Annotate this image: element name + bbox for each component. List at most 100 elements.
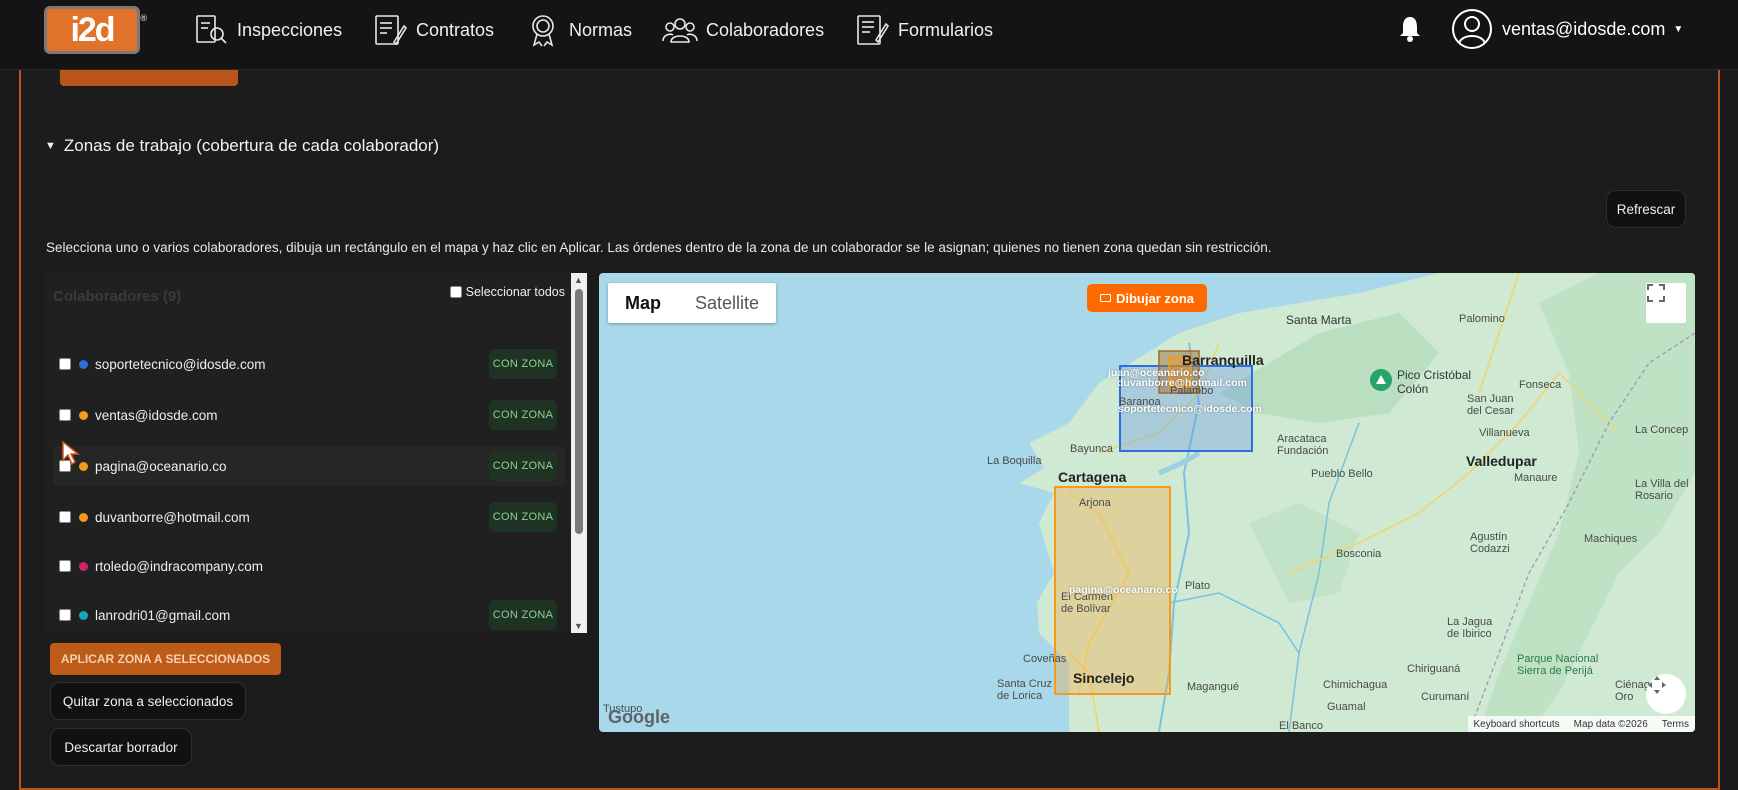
list-item[interactable]: soportetecnico@idosde.com CON ZONA — [53, 344, 565, 384]
form-icon — [857, 15, 890, 45]
place-label: Valledupar — [1466, 453, 1537, 469]
row-checkbox[interactable] — [59, 511, 71, 523]
nav-formularios[interactable]: Formularios — [854, 11, 993, 49]
place-label: Agustín Codazzi — [1470, 531, 1510, 555]
logo-text: i2d — [70, 10, 115, 49]
row-checkbox[interactable] — [59, 358, 71, 370]
scroll-thumb[interactable] — [575, 289, 583, 534]
place-label: La Boquilla — [987, 455, 1042, 467]
place-label: La Villa del Rosario — [1635, 478, 1689, 502]
collaborator-email: ventas@idosde.com — [95, 407, 218, 423]
color-dot — [79, 561, 88, 571]
users-icon — [662, 18, 698, 43]
list-item[interactable]: ventas@idosde.com CON ZONA — [53, 395, 565, 435]
google-logo: Google — [608, 707, 670, 727]
nav-label: Inspecciones — [237, 19, 343, 40]
discard-draft-button[interactable]: Descartar borrador — [50, 728, 192, 766]
company-logo[interactable]: i2d ® — [44, 6, 147, 54]
place-label: Plato — [1185, 580, 1211, 592]
row-checkbox[interactable] — [59, 409, 71, 421]
list-item[interactable]: lanrodri01@gmail.com CON ZONA — [53, 595, 565, 633]
place-label: Manaure — [1514, 472, 1558, 484]
contract-icon — [375, 15, 408, 46]
section-title: Zonas de trabajo (cobertura de cada cola… — [63, 136, 440, 155]
collaborator-email: soportetecnico@idosde.com — [95, 356, 266, 372]
place-label: Chiriguaná — [1407, 663, 1461, 675]
nav-label: Normas — [569, 19, 633, 40]
place-label: Magangué — [1187, 681, 1239, 693]
scroll-up-icon[interactable]: ▲ — [574, 275, 583, 285]
place-label: La Concep — [1635, 424, 1689, 436]
map-tab[interactable]: Map — [608, 283, 678, 323]
top-navbar: i2d ® Inspecciones Contratos Normas Colab… — [0, 0, 1738, 70]
notification-bell-icon[interactable] — [1398, 15, 1422, 43]
nav-contratos[interactable]: Contratos — [372, 11, 494, 49]
place-label: Machiques — [1584, 533, 1638, 545]
list-scrollbar[interactable]: ▲ ▼ — [571, 273, 587, 633]
triangle-down-icon: ▼ — [45, 140, 56, 152]
select-all-checkbox[interactable] — [449, 286, 462, 298]
zone-badge: CON ZONA — [489, 600, 557, 630]
user-avatar-icon — [1452, 9, 1492, 49]
list-item[interactable]: duvanborre@hotmail.com CON ZONA — [53, 497, 565, 537]
map-attribution: Keyboard shortcuts Map data ©2026 Terms — [1467, 716, 1695, 732]
place-label: Coveñas — [1023, 653, 1067, 665]
place-label: Barranquilla — [1182, 352, 1264, 368]
collaborator-list: Colaboradores (9) Seleccionar todos sopo… — [45, 273, 587, 633]
nav-inspecciones[interactable]: Inspecciones — [193, 11, 342, 49]
place-label: Curumaní — [1421, 691, 1470, 703]
nav-colaboradores[interactable]: Colaboradores — [662, 11, 824, 49]
row-checkbox[interactable] — [59, 609, 71, 621]
user-email: ventas@idosde.com — [1502, 18, 1666, 39]
select-all[interactable]: Seleccionar todos — [449, 285, 565, 299]
collaborator-email: lanrodri01@gmail.com — [95, 607, 231, 623]
refresh-button[interactable]: Refrescar — [1606, 190, 1686, 228]
keyboard-shortcuts-link[interactable]: Keyboard shortcuts — [1474, 719, 1560, 730]
map-type-toggle: Map Satellite — [608, 283, 777, 323]
nav-label: Colaboradores — [706, 19, 825, 40]
remove-label: Quitar zona a seleccionados — [62, 693, 234, 709]
draw-zone-button[interactable]: Dibujar zona — [1087, 284, 1207, 312]
nav-label: Contratos — [416, 19, 495, 40]
place-label: Cartagena — [1058, 469, 1127, 485]
nav-normas[interactable]: Normas — [525, 11, 632, 49]
instructions-text: Selecciona uno o varios colaboradores, d… — [46, 240, 1272, 255]
zone-badge: CON ZONA — [489, 451, 557, 481]
place-label: La Jagua de Ibirico — [1447, 616, 1493, 640]
place-label: Pico Cristóbal Colón — [1397, 368, 1472, 396]
place-label: Palomino — [1459, 313, 1505, 325]
list-heading: Colaboradores (9) — [53, 288, 182, 305]
color-dot — [79, 610, 88, 620]
scroll-down-icon[interactable]: ▼ — [574, 621, 583, 631]
map-data-text: Map data ©2026 — [1573, 718, 1648, 730]
list-item[interactable]: pagina@oceanario.co CON ZONA — [53, 446, 565, 486]
list-item[interactable]: rtoledo@indracompany.com — [53, 546, 565, 586]
color-dot — [79, 359, 88, 369]
nav-label: Formularios — [898, 19, 994, 40]
terms-link[interactable]: Terms — [1662, 719, 1689, 730]
inspection-icon — [196, 15, 227, 44]
row-checkbox[interactable] — [59, 560, 71, 572]
section-toggle[interactable]: ▼ Zonas de trabajo (cobertura de cada co… — [45, 136, 439, 156]
chevron-down-icon: ▼ — [1673, 23, 1684, 35]
pan-control-button[interactable] — [1646, 674, 1686, 714]
pan-arrows-icon — [1648, 676, 1666, 694]
satellite-tab[interactable]: Satellite — [678, 283, 776, 323]
collapsed-button-stub[interactable] — [60, 70, 238, 86]
discard-label: Descartar borrador — [64, 739, 178, 755]
collaborator-email: duvanborre@hotmail.com — [95, 509, 250, 525]
place-label: Aracataca Fundación — [1277, 433, 1329, 457]
place-label: Santa Cruz de Lorica — [997, 678, 1053, 702]
apply-zone-button[interactable]: APLICAR ZONA A SELECCIONADOS — [50, 643, 281, 675]
award-icon — [532, 15, 554, 47]
collaborator-email: pagina@oceanario.co — [95, 458, 227, 474]
place-label: Pueblo Bello — [1311, 468, 1373, 480]
zone-badge: CON ZONA — [489, 349, 557, 379]
zone-map[interactable]: Barranquilla Santa Marta Palomino Pico C… — [599, 273, 1695, 732]
color-dot — [79, 410, 88, 420]
fullscreen-button[interactable] — [1646, 283, 1686, 323]
zone-badge: CON ZONA — [489, 400, 557, 430]
user-menu[interactable]: ventas@idosde.com ▼ — [1452, 9, 1683, 49]
remove-zone-button[interactable]: Quitar zona a seleccionados — [50, 682, 246, 720]
place-label: Villanueva — [1479, 427, 1530, 439]
